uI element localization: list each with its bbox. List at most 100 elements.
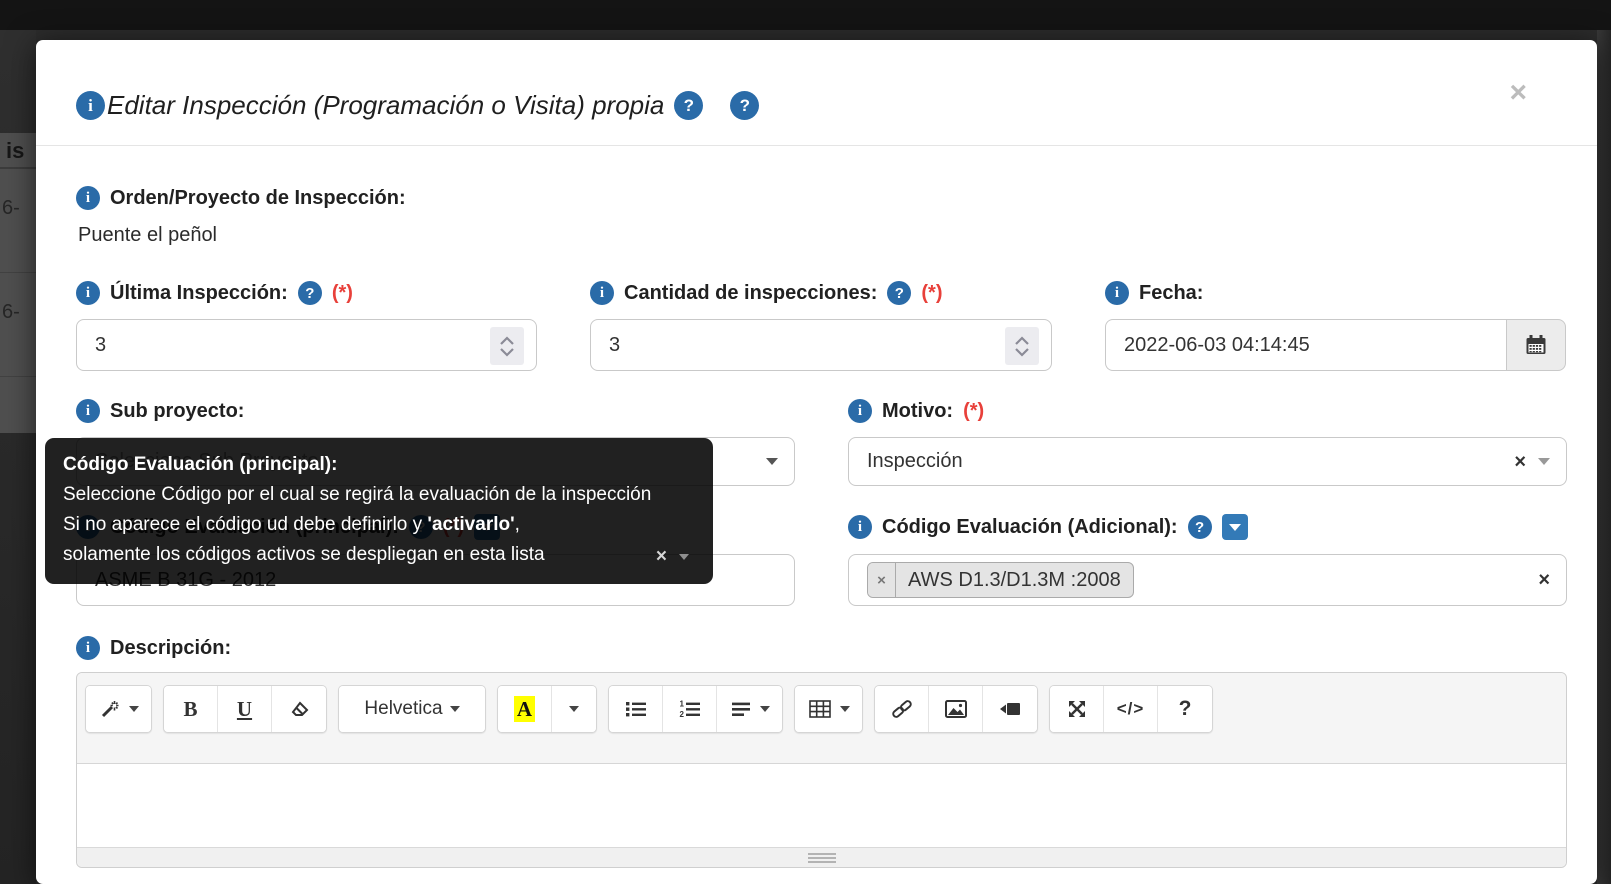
chevron-down-icon bbox=[760, 706, 770, 712]
font-family-button[interactable]: Helvetica bbox=[339, 686, 485, 732]
font-color-button[interactable]: A bbox=[498, 686, 552, 732]
info-icon: i bbox=[590, 281, 614, 305]
ultima-value: 3 bbox=[95, 334, 106, 357]
dropdown-toggle-icon[interactable] bbox=[1222, 514, 1248, 540]
motivo-select[interactable]: Inspección × bbox=[848, 437, 1567, 486]
motivo-value: Inspección bbox=[867, 450, 963, 473]
editor-content[interactable] bbox=[77, 764, 1566, 847]
background-top-bar bbox=[0, 0, 1611, 30]
chevron-down-icon bbox=[840, 706, 850, 712]
info-icon: i bbox=[1105, 281, 1129, 305]
tooltip-line: solamente los códigos activos se desplie… bbox=[63, 540, 695, 570]
help-icon[interactable]: ? bbox=[887, 281, 911, 305]
info-icon: i bbox=[848, 399, 872, 423]
font-family-value: Helvetica bbox=[364, 698, 442, 720]
tooltip-line: Si no aparece el código ud debe definirl… bbox=[63, 510, 695, 540]
required-marker: (*) bbox=[963, 400, 984, 423]
orden-label: Orden/Proyecto de Inspección: bbox=[110, 187, 406, 210]
table-button[interactable] bbox=[795, 686, 862, 732]
fecha-field: i Fecha: 2022-06-03 04:14:45 bbox=[1105, 281, 1566, 371]
ultima-input[interactable]: 3 bbox=[76, 319, 537, 371]
ultima-label: Última Inspección: bbox=[110, 282, 288, 305]
clear-icon[interactable]: × bbox=[1538, 570, 1550, 590]
close-icon[interactable]: × bbox=[1509, 78, 1527, 108]
number-spinner[interactable] bbox=[1005, 327, 1039, 365]
info-icon: i bbox=[76, 399, 100, 423]
magic-style-button[interactable] bbox=[86, 686, 151, 732]
codigo-adicional-label: Código Evaluación (Adicional): bbox=[882, 516, 1178, 539]
bold-icon: B bbox=[183, 697, 197, 722]
font-color-icon: A bbox=[514, 696, 535, 722]
calendar-button[interactable] bbox=[1506, 319, 1566, 371]
codigo-adicional-select[interactable]: × AWS D1.3/D1.3M :2008 × bbox=[848, 554, 1567, 606]
number-spinner[interactable] bbox=[490, 327, 524, 365]
background-left-strip: is 6- 6- bbox=[0, 30, 36, 884]
help-icon[interactable]: ? bbox=[730, 91, 759, 120]
ultima-field: i Última Inspección: ? (*) 3 bbox=[76, 281, 537, 371]
insert-video-button[interactable] bbox=[983, 686, 1037, 732]
help-icon[interactable]: ? bbox=[674, 91, 703, 120]
grip-icon bbox=[808, 853, 836, 863]
tooltip-line: Seleccione Código por el cual se regirá … bbox=[63, 480, 695, 510]
orden-value: Puente el peñol bbox=[78, 224, 1567, 247]
editor-toolbar: B U Helvetica bbox=[77, 673, 1566, 764]
ordered-list-button[interactable]: 1 2 bbox=[663, 686, 717, 732]
eraser-icon bbox=[287, 697, 311, 721]
bold-button[interactable]: B bbox=[164, 686, 218, 732]
chevron-down-icon bbox=[766, 458, 778, 465]
fullscreen-icon bbox=[1065, 697, 1089, 721]
code-view-button[interactable]: </> bbox=[1104, 686, 1158, 732]
calendar-icon bbox=[1524, 333, 1548, 357]
remove-tag-icon[interactable]: × bbox=[868, 563, 896, 597]
align-icon bbox=[729, 697, 753, 721]
modal-title: Editar Inspección (Programación o Visita… bbox=[107, 90, 664, 121]
picture-icon bbox=[943, 697, 969, 721]
info-icon: i bbox=[76, 281, 100, 305]
required-marker: (*) bbox=[332, 282, 353, 305]
unordered-list-button[interactable] bbox=[609, 686, 663, 732]
svg-text:1: 1 bbox=[679, 700, 684, 709]
insert-picture-button[interactable] bbox=[929, 686, 983, 732]
fullscreen-button[interactable] bbox=[1050, 686, 1104, 732]
background-table-cell: 6- bbox=[0, 169, 36, 273]
modal-header: i Editar Inspección (Programación o Visi… bbox=[36, 40, 1597, 121]
help-icon[interactable]: ? bbox=[298, 281, 322, 305]
clear-icon[interactable]: × bbox=[1514, 452, 1526, 472]
underline-icon: U bbox=[237, 697, 252, 722]
motivo-label: Motivo: bbox=[882, 400, 953, 423]
codigo-principal-tooltip: Código Evaluación (principal): Seleccion… bbox=[45, 438, 713, 584]
insert-link-button[interactable] bbox=[875, 686, 929, 732]
code-icon: </> bbox=[1117, 699, 1145, 719]
help-icon[interactable]: ? bbox=[1188, 515, 1212, 539]
tag-label: AWS D1.3/D1.3M :2008 bbox=[896, 569, 1133, 592]
fecha-value: 2022-06-03 04:14:45 bbox=[1124, 334, 1310, 357]
cantidad-input[interactable]: 3 bbox=[590, 319, 1052, 371]
codigo-principal-clear-icon[interactable]: × bbox=[656, 542, 667, 572]
chevron-down-icon bbox=[1538, 458, 1550, 465]
underline-button[interactable]: U bbox=[218, 686, 272, 732]
info-icon: i bbox=[76, 186, 100, 210]
motivo-field: i Motivo: (*) Inspección × bbox=[848, 399, 1567, 486]
paragraph-align-button[interactable] bbox=[717, 686, 782, 732]
descripcion-label: Descripción: bbox=[110, 637, 231, 660]
question-icon: ? bbox=[1179, 697, 1192, 721]
background-table-header: is bbox=[0, 133, 36, 169]
background-table-fragment: is 6- 6- bbox=[0, 133, 36, 433]
font-color-dropdown-button[interactable] bbox=[552, 686, 596, 732]
chevron-down-icon bbox=[569, 706, 579, 712]
fecha-input[interactable]: 2022-06-03 04:14:45 bbox=[1105, 319, 1506, 371]
modal-body: i Orden/Proyecto de Inspección: Puente e… bbox=[36, 146, 1597, 868]
rich-text-editor: B U Helvetica bbox=[76, 672, 1567, 868]
svg-text:2: 2 bbox=[679, 710, 684, 719]
unordered-list-icon bbox=[624, 697, 648, 721]
editor-resize-handle[interactable] bbox=[77, 847, 1566, 867]
magic-wand-icon bbox=[98, 697, 122, 721]
info-icon: i bbox=[848, 515, 872, 539]
cantidad-label: Cantidad de inspecciones: bbox=[624, 282, 877, 305]
chevron-down-icon bbox=[129, 706, 139, 712]
link-icon bbox=[889, 697, 915, 721]
chevron-down-icon bbox=[450, 706, 460, 712]
clear-format-button[interactable] bbox=[272, 686, 326, 732]
editor-help-button[interactable]: ? bbox=[1158, 686, 1212, 732]
edit-inspection-modal: × i Editar Inspección (Programación o Vi… bbox=[36, 40, 1597, 884]
